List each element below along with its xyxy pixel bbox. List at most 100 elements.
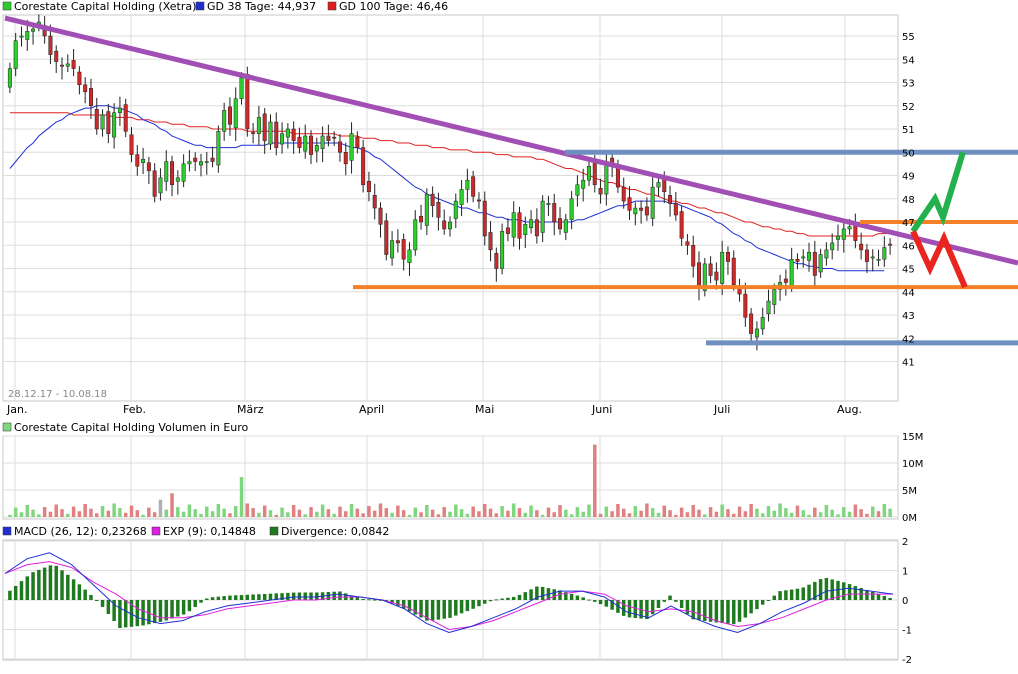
- divergence-bar: [674, 600, 678, 602]
- volume-series: [8, 444, 892, 517]
- divergence-bar: [396, 600, 400, 607]
- divergence-bar: [152, 600, 157, 624]
- candle-body: [673, 203, 678, 216]
- divergence-bar: [193, 600, 197, 607]
- candle-body: [523, 224, 528, 236]
- volume-bar: [257, 512, 261, 517]
- candle-body: [743, 293, 748, 318]
- candle-body: [274, 121, 279, 148]
- trendline: [4, 15, 1018, 266]
- legend-price-label: Corestate Capital Holding (Xetra): [14, 0, 196, 13]
- volume-bar: [77, 511, 82, 517]
- divergence-bar: [436, 600, 441, 620]
- divergence-bar: [668, 595, 672, 600]
- divergence-bar: [760, 600, 765, 605]
- volume-bar: [349, 503, 354, 517]
- volume-bar: [714, 511, 719, 517]
- candle-body: [581, 179, 586, 189]
- volume-bar: [141, 514, 145, 517]
- divergence-bar: [361, 599, 365, 601]
- volume-bar: [297, 509, 302, 517]
- macd-series: [4, 552, 894, 634]
- gd38-series: [9, 105, 885, 272]
- candle-body: [349, 133, 354, 161]
- candle-body: [656, 182, 661, 188]
- divergence-bar: [789, 589, 794, 600]
- volume-bar: [407, 514, 412, 517]
- divergence-bar: [268, 593, 273, 600]
- candle-body: [251, 132, 256, 134]
- divergence-bar: [732, 600, 736, 625]
- price-y-tick-label: 52: [902, 102, 915, 113]
- volume-bar: [19, 512, 24, 517]
- divergence-bar: [448, 600, 452, 618]
- divergence-bar: [66, 574, 70, 600]
- volume-bar: [401, 510, 406, 517]
- candle-body: [88, 88, 93, 106]
- candle-body: [575, 184, 580, 196]
- legend-exp-icon: [151, 526, 161, 536]
- volume-bar: [390, 512, 394, 517]
- volume-bar: [818, 512, 823, 517]
- volume-bar: [569, 514, 574, 517]
- divergence-bar: [465, 600, 470, 612]
- volume-bar: [581, 511, 585, 517]
- candle-body: [830, 242, 835, 251]
- divergence-bar: [187, 600, 192, 612]
- candle-body: [268, 121, 273, 145]
- volume-bar: [199, 513, 203, 517]
- divergence-bar: [506, 597, 510, 600]
- candle-body: [668, 195, 673, 204]
- volume-bar: [60, 509, 64, 517]
- volume-bar: [268, 510, 273, 517]
- volume-bar: [598, 513, 603, 517]
- volume-bar: [807, 514, 811, 517]
- divergence-bar: [847, 584, 852, 600]
- divergence-bar: [71, 579, 76, 600]
- candle-body: [65, 63, 70, 67]
- volume-bar: [152, 512, 157, 517]
- volume-bar: [216, 503, 221, 517]
- divergence-bar: [181, 600, 186, 615]
- volume-bar: [847, 511, 852, 517]
- candle-body: [303, 135, 308, 152]
- price-y-tick-label: 54: [902, 55, 915, 66]
- divergence-bar: [454, 600, 458, 616]
- macd-y-tick-label: 0: [902, 596, 908, 607]
- candle-body: [424, 193, 429, 226]
- volume-bar: [778, 503, 782, 517]
- volume-bar: [772, 510, 777, 517]
- candle-body: [146, 162, 151, 172]
- candle-body: [436, 201, 441, 218]
- candle-body: [48, 35, 53, 55]
- divergence-bar: [743, 600, 748, 618]
- volume-bar: [540, 514, 545, 517]
- volume-bar: [251, 508, 255, 517]
- candle-body: [841, 228, 846, 240]
- candle-body: [633, 207, 638, 215]
- candle-body: [343, 152, 348, 165]
- volume-bar: [384, 508, 389, 517]
- volume-bar: [593, 444, 597, 517]
- volume-bar: [685, 512, 690, 517]
- divergence-bar: [511, 596, 516, 600]
- candle-body: [83, 84, 88, 93]
- candle-body: [558, 218, 563, 230]
- divergence-bar: [656, 600, 661, 608]
- divergence-bar: [726, 600, 730, 624]
- divergence-bar: [500, 598, 504, 600]
- candle-body: [448, 221, 452, 230]
- volume-bar: [228, 513, 232, 517]
- divergence-bar: [262, 593, 267, 600]
- divergence-bar: [303, 592, 307, 600]
- volume-bar: [708, 507, 713, 517]
- volume-bar: [587, 504, 591, 517]
- candle-body: [824, 249, 829, 259]
- candle-body: [285, 128, 290, 138]
- legend-gd100-icon: [327, 1, 337, 11]
- divergence-bar: [141, 600, 145, 626]
- volume-bar: [280, 507, 284, 517]
- volume-bar: [193, 509, 197, 517]
- candle-body: [19, 35, 24, 38]
- x-tick-label: Jan.: [6, 403, 27, 416]
